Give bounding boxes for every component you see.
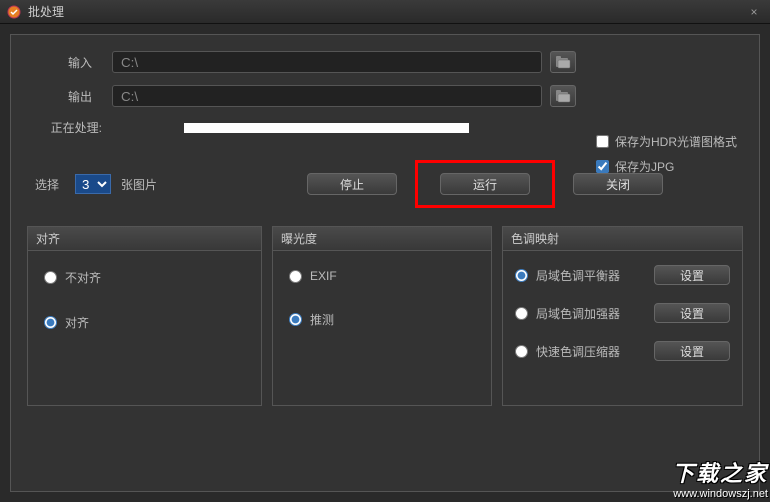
run-highlight: 运行	[415, 160, 555, 208]
tone-enhance-radio[interactable]: 局域色调加强器	[515, 305, 654, 322]
window-title: 批处理	[28, 3, 744, 20]
image-count-select[interactable]: 3	[75, 174, 111, 194]
select-suffix: 张图片	[121, 176, 157, 193]
save-hdr-label: 保存为HDR光谱图格式	[615, 133, 737, 150]
select-label: 选择	[35, 176, 59, 193]
titlebar: 批处理 ×	[0, 0, 770, 24]
output-browse-button[interactable]	[550, 85, 576, 107]
tone-compress-settings-button[interactable]: 设置	[654, 341, 730, 361]
output-row: 输出	[27, 85, 743, 107]
folder-icon	[555, 55, 571, 69]
inner-panel: 输入 输出 正在处理: 保存为HDR光谱图格式 保存为JPG 选择 3 张图片	[10, 34, 760, 492]
window-body: 输入 输出 正在处理: 保存为HDR光谱图格式 保存为JPG 选择 3 张图片	[0, 24, 770, 502]
input-browse-button[interactable]	[550, 51, 576, 73]
align-none-radio[interactable]: 不对齐	[44, 269, 245, 286]
folder-icon	[555, 89, 571, 103]
app-icon	[6, 4, 22, 20]
watermark-text: 下载之家	[672, 456, 768, 488]
exposure-section: 曝光度 EXIF 推测	[272, 226, 492, 406]
tone-section: 色调映射 局域色调平衡器 设置 局域色调加强器 设置 快速色调压缩器 设置	[502, 226, 743, 406]
progress-bar	[184, 123, 469, 133]
tone-balance-row: 局域色调平衡器 设置	[515, 265, 730, 285]
watermark-url: www.windowszj.net	[672, 488, 768, 500]
tone-balance-radio[interactable]: 局域色调平衡器	[515, 267, 654, 284]
output-label: 输出	[27, 88, 112, 105]
save-jpg-checkbox[interactable]: 保存为JPG	[596, 158, 737, 175]
save-jpg-label: 保存为JPG	[615, 158, 674, 175]
tone-enhance-row: 局域色调加强器 设置	[515, 303, 730, 323]
close-icon[interactable]: ×	[744, 5, 764, 19]
tone-balance-settings-button[interactable]: 设置	[654, 265, 730, 285]
tone-compress-row: 快速色调压缩器 设置	[515, 341, 730, 361]
tone-enhance-settings-button[interactable]: 设置	[654, 303, 730, 323]
run-button[interactable]: 运行	[440, 173, 530, 195]
align-header: 对齐	[28, 227, 261, 251]
input-label: 输入	[27, 54, 112, 71]
watermark: 下载之家 www.windowszj.net	[672, 456, 768, 500]
exposure-header: 曝光度	[273, 227, 491, 251]
align-section: 对齐 不对齐 对齐	[27, 226, 262, 406]
input-row: 输入	[27, 51, 743, 73]
save-hdr-checkbox[interactable]: 保存为HDR光谱图格式	[596, 133, 737, 150]
sections: 对齐 不对齐 对齐 曝光度 EXIF 推测 色调映射 局域色调平衡器	[27, 226, 743, 406]
save-options: 保存为HDR光谱图格式 保存为JPG	[596, 133, 737, 183]
tone-compress-radio[interactable]: 快速色调压缩器	[515, 343, 654, 360]
input-path-field[interactable]	[112, 51, 542, 73]
stop-button[interactable]: 停止	[307, 173, 397, 195]
output-path-field[interactable]	[112, 85, 542, 107]
align-align-radio[interactable]: 对齐	[44, 314, 245, 331]
tone-header: 色调映射	[503, 227, 742, 251]
processing-label: 正在处理:	[27, 119, 122, 136]
exposure-exif-radio[interactable]: EXIF	[289, 269, 475, 283]
exposure-guess-radio[interactable]: 推测	[289, 311, 475, 328]
